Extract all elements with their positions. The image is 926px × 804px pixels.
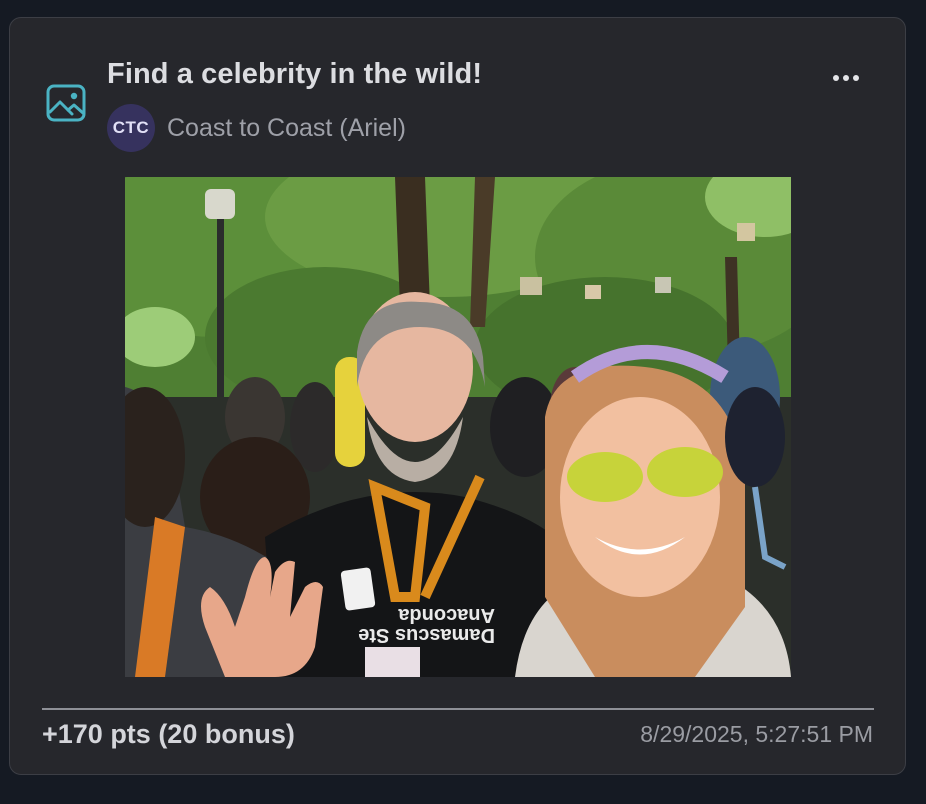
divider — [42, 708, 874, 710]
submission-card: Find a celebrity in the wild! CTC Coast … — [9, 17, 906, 775]
points-label: +170 pts (20 bonus) — [42, 719, 295, 749]
team-info[interactable]: CTC Coast to Coast (Ariel) — [107, 104, 406, 152]
challenge-title: Find a celebrity in the wild! — [107, 58, 483, 90]
image-icon — [46, 84, 86, 122]
submission-photo[interactable]: Anaconda Damascus Ste — [125, 177, 791, 677]
svg-text:Damascus Ste: Damascus Ste — [358, 624, 495, 646]
timestamp: 8/29/2025, 5:27:51 PM — [640, 721, 873, 747]
team-name: Coast to Coast (Ariel) — [167, 113, 406, 142]
team-avatar: CTC — [107, 104, 155, 152]
more-horizontal-icon[interactable] — [826, 66, 866, 90]
svg-text:Anaconda: Anaconda — [397, 604, 495, 626]
